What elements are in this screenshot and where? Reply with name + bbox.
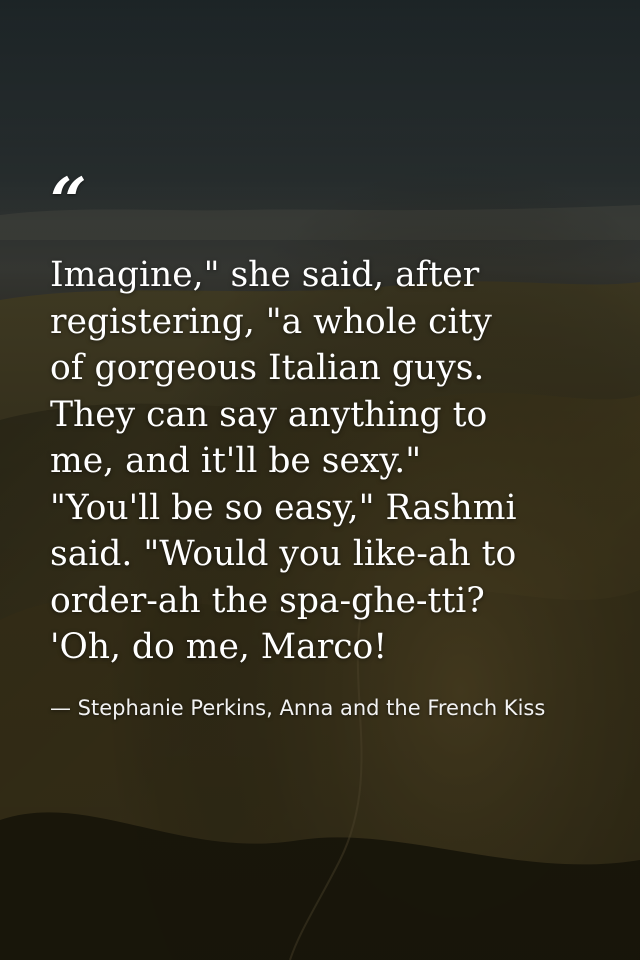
quote-mark-icon: “ bbox=[50, 164, 87, 239]
quote-attribution: — Stephanie Perkins, Anna and the French… bbox=[50, 695, 546, 720]
quote-card: “ Imagine," she said, after registering,… bbox=[50, 170, 610, 723]
quote-text: Imagine," she said, after registering, "… bbox=[50, 255, 517, 667]
